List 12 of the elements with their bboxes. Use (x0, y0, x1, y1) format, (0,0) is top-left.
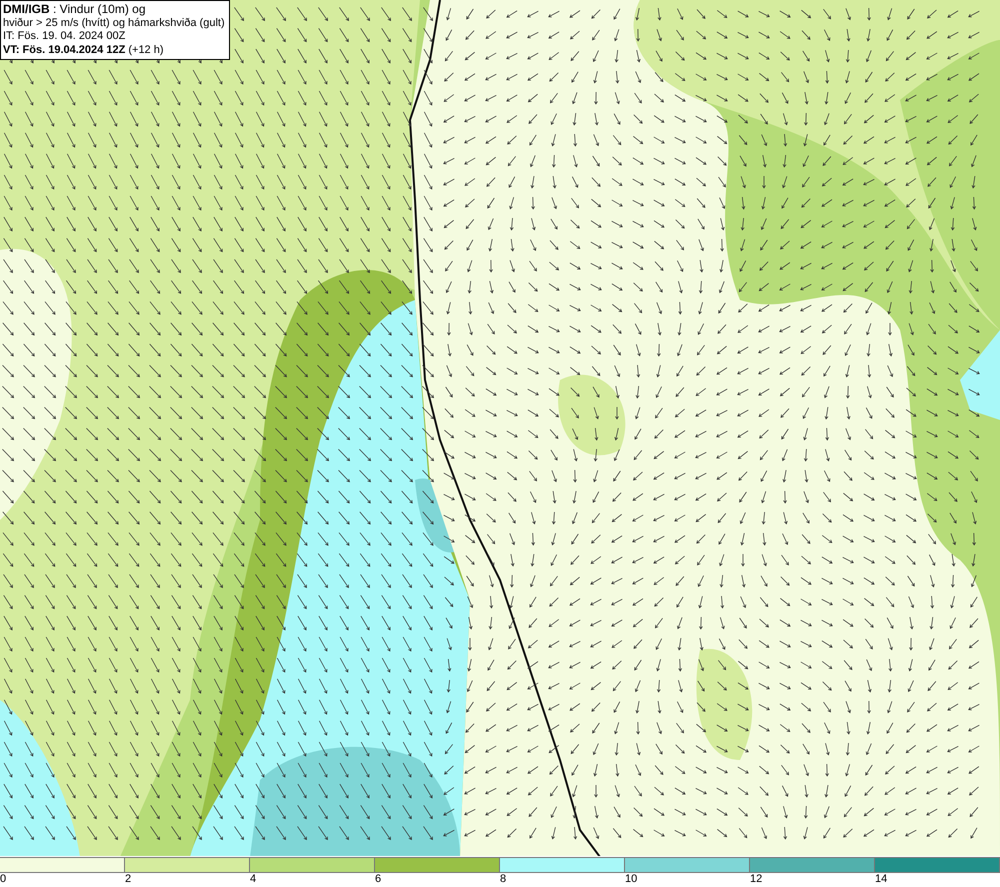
legend-tick-label: 6 (375, 873, 382, 886)
legend-tick-label: 2 (125, 873, 132, 886)
title-line: IT: Fös. 19. 04. 2024 00Z (3, 30, 126, 44)
legend-tick-label: 14 (875, 873, 888, 886)
legend-tick-label: 4 (250, 873, 256, 886)
legend-tick-label: 12 (750, 873, 762, 886)
legend-tick-label: 8 (500, 873, 506, 886)
legend-tick-label: 0 (0, 873, 6, 886)
legend-tick-label: 10 (625, 873, 638, 886)
title-line: VT: Fös. 19.04.2024 12Z (+12 h) (3, 44, 165, 57)
title-line: hviður > 25 m/s (hvítt) og hámarkshviða (gult) (3, 16, 225, 30)
title-line: DMI/IGB : Vindur (10m) og (3, 3, 146, 16)
